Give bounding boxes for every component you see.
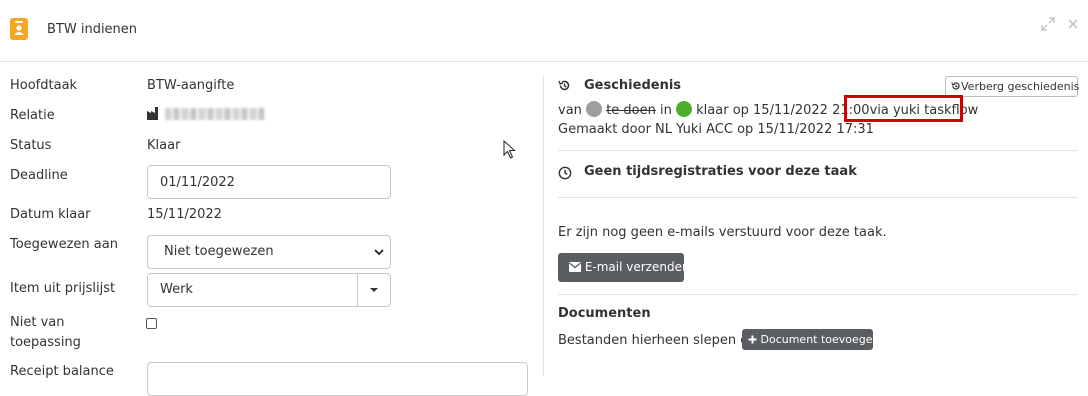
section-divider (558, 197, 1078, 198)
time-registrations-title: Geen tijdsregistraties voor deze taak (584, 164, 857, 179)
deadline-label: Deadline (10, 168, 68, 183)
relatie-label: Relatie (10, 108, 55, 123)
niet-van-toepassing-label-2: toepassing (10, 335, 81, 350)
close-icon[interactable] (1066, 17, 1080, 31)
chevron-down-icon (374, 249, 384, 256)
price-item-value: Werk (160, 282, 193, 297)
done-status-dot (676, 101, 692, 117)
datum-klaar-value: 15/11/2022 (147, 207, 222, 222)
assignee-select[interactable]: Niet toegewezen (147, 235, 391, 269)
column-divider (543, 76, 544, 376)
highlight-annotation (844, 95, 963, 122)
section-divider (558, 294, 1078, 295)
hide-history-button[interactable]: Verberg geschiedenis (945, 76, 1080, 97)
relatie-value[interactable] (147, 106, 266, 126)
toegewezen-label: Toegewezen aan (10, 237, 118, 252)
no-emails-text: Er zijn nog geen e-mails verstuurd voor … (558, 225, 887, 240)
documents-title: Documenten (558, 306, 651, 321)
prijslijst-label: Item uit prijslijst (10, 281, 116, 296)
datum-klaar-label: Datum klaar (10, 207, 91, 222)
documents-drop-text: Bestanden hierheen slepen of (558, 333, 753, 348)
task-badge-icon (10, 18, 28, 40)
niet-van-toepassing-label-1: Niet van (10, 315, 65, 330)
receipt-balance-label: Receipt balance (10, 364, 114, 379)
expand-icon[interactable] (1041, 17, 1055, 31)
hide-history-label: Verberg geschiedenis (961, 80, 1080, 93)
history-created-line: Gemaakt door NL Yuki ACC op 15/11/2022 1… (558, 122, 874, 137)
history-icon (951, 82, 960, 90)
send-email-label: E-mail verzenden (584, 260, 690, 274)
mouse-cursor-icon (503, 140, 516, 159)
history-van: van (558, 103, 582, 118)
hoofdtaak-value: BTW-aangifte (147, 78, 235, 93)
deadline-input[interactable] (147, 165, 391, 199)
factory-icon (147, 107, 158, 120)
assignee-selected: Niet toegewezen (164, 244, 274, 259)
hoofdtaak-label: Hoofdtaak (10, 78, 78, 93)
add-document-button[interactable]: Document toevoegen (742, 329, 880, 350)
caret-down-icon (370, 288, 378, 292)
dialog-title: BTW indienen (47, 22, 138, 37)
redacted-relation-name (165, 108, 266, 120)
clock-icon (558, 166, 572, 180)
niet-van-toepassing-checkbox[interactable] (146, 318, 157, 329)
section-divider (558, 150, 1078, 151)
history-in: in (660, 103, 672, 118)
history-from-status: te doen (606, 103, 656, 118)
history-icon (558, 80, 570, 91)
send-email-button[interactable]: E-mail verzenden (558, 253, 690, 282)
status-label: Status (10, 138, 52, 153)
plus-icon (748, 335, 757, 344)
todo-status-dot (586, 101, 603, 117)
status-value: Klaar (147, 138, 181, 153)
price-item-dropdown-button[interactable] (357, 274, 390, 306)
add-document-label: Document toevoegen (760, 333, 880, 346)
history-title: Geschiedenis (584, 78, 682, 93)
price-item-combo[interactable]: Werk (147, 273, 391, 307)
envelope-icon (569, 262, 581, 272)
receipt-balance-input[interactable] (147, 362, 528, 396)
dialog-header: BTW indienen (0, 0, 1088, 62)
